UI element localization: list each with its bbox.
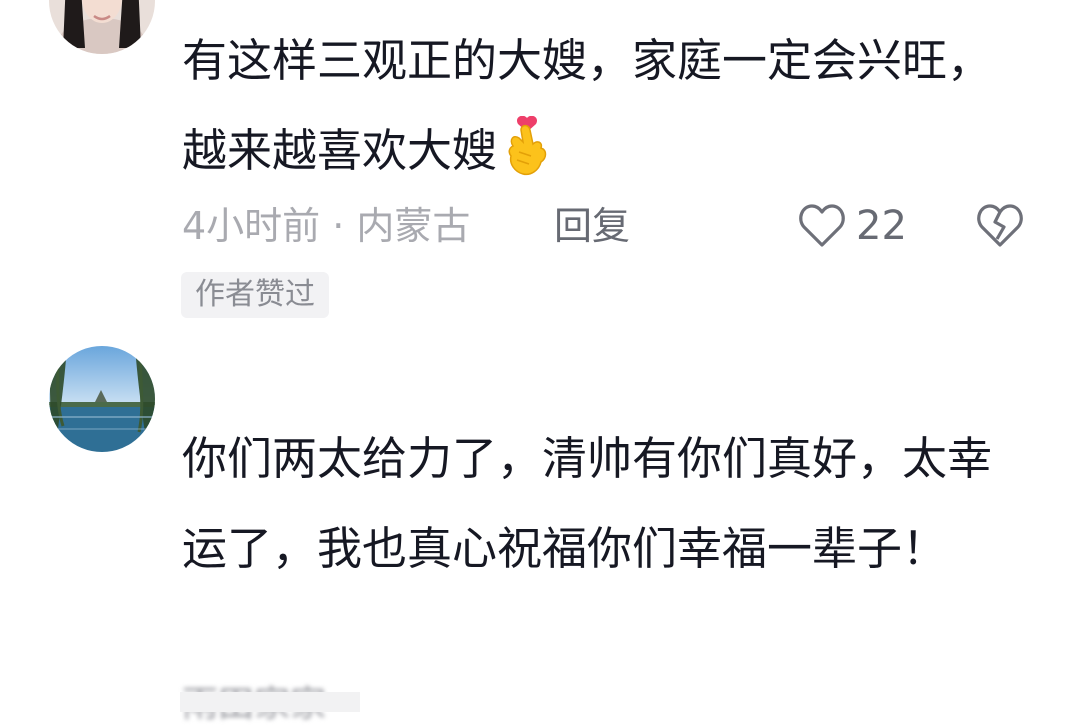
comment-text-content: 有这样三观正的大嫂，家庭一定会兴旺，越来越喜欢大嫂 <box>182 34 993 177</box>
avatar-photo-icon <box>49 346 155 452</box>
comment-item: 有这样三观正的大嫂，家庭一定会兴旺，越来越喜欢大嫂 4小时前 · 内蒙古 回复 … <box>0 0 1080 330</box>
heart-outline-icon <box>799 204 845 247</box>
finger-heart-emoji-icon <box>508 116 547 176</box>
comment-time-location: 4小时前 · 内蒙古 <box>182 204 471 248</box>
comment-item: 雨田家家 你们两太给力了，清帅有你们真好，太幸运了，我也真心祝福你们幸福一辈子！ <box>0 330 1080 725</box>
username-redaction <box>180 692 360 712</box>
user-avatar[interactable] <box>49 0 155 54</box>
like-count: 22 <box>856 203 907 249</box>
comment-text: 有这样三观正的大嫂，家庭一定会兴旺，越来越喜欢大嫂 <box>182 16 1022 196</box>
avatar-photo-icon <box>49 0 155 54</box>
broken-heart-icon[interactable] <box>976 203 1024 249</box>
reply-button[interactable]: 回复 <box>554 196 630 256</box>
comment-meta: 4小时前 · 内蒙古 回复 22 <box>182 196 1042 256</box>
user-avatar[interactable] <box>49 346 155 452</box>
author-liked-badge: 作者赞过 <box>181 272 329 318</box>
comment-text: 你们两太给力了，清帅有你们真好，太幸运了，我也真心祝福你们幸福一辈子！ <box>182 432 993 575</box>
